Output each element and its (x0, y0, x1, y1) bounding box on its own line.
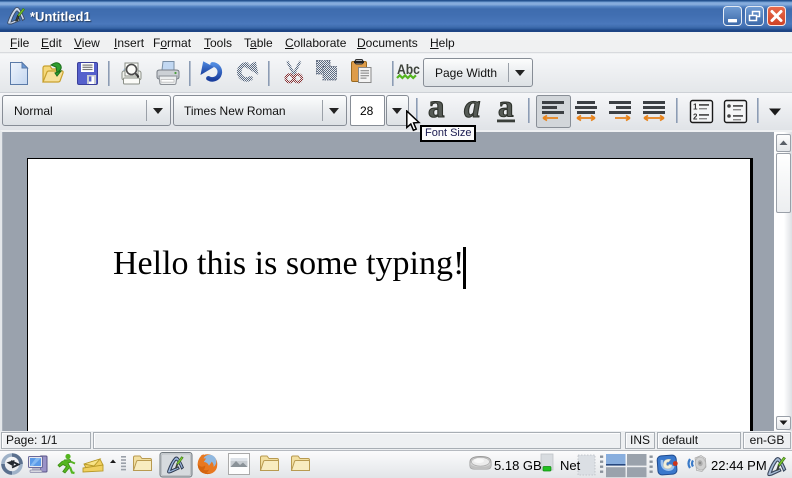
svg-text:1: 1 (693, 103, 698, 112)
svg-text:2: 2 (693, 113, 698, 122)
svg-text:a: a (464, 93, 481, 125)
svg-text:a: a (498, 93, 514, 124)
svg-text:a: a (428, 93, 445, 125)
